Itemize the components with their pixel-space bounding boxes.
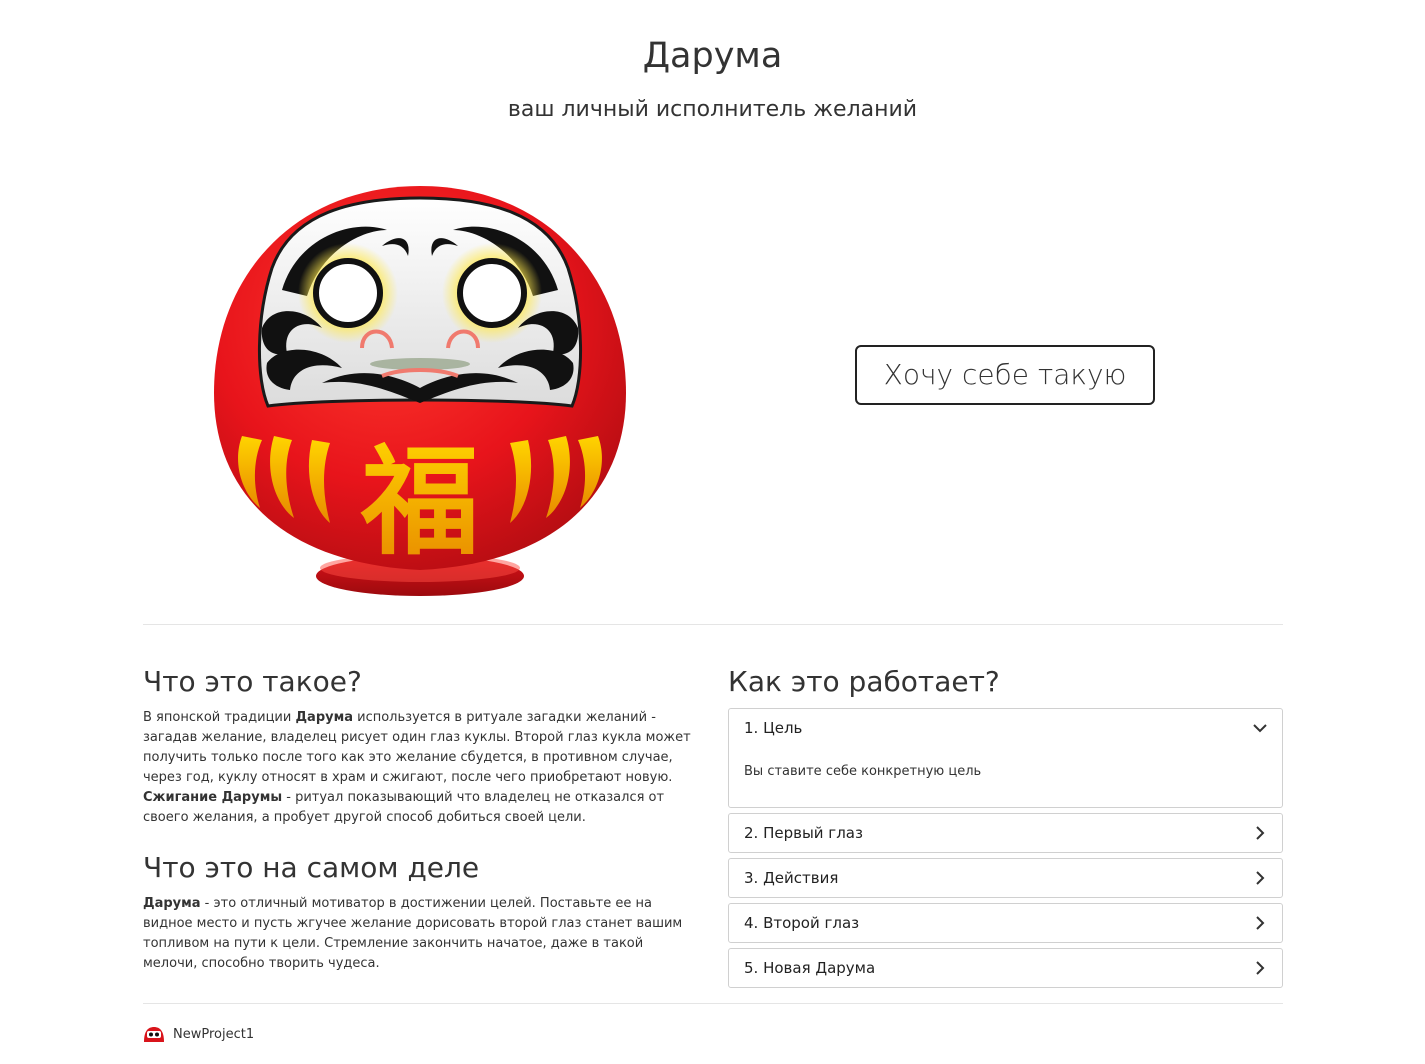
chevron-right-icon: [1256, 961, 1265, 975]
accordion-item-goal: 1. Цель Вы ставите себе конкретную цель: [728, 708, 1283, 808]
chevron-right-icon: [1256, 871, 1265, 885]
daruma-doll-image: 福: [214, 186, 626, 596]
accordion-item-new-daruma: 5. Новая Дарума: [728, 948, 1283, 988]
steps-accordion: 1. Цель Вы ставите себе конкретную цель …: [728, 708, 1283, 988]
section-divider: [143, 624, 1283, 625]
reality-heading: Что это на самом деле: [143, 851, 480, 884]
accordion-header-goal[interactable]: 1. Цель: [729, 709, 1282, 747]
page-title: Дарума: [642, 36, 783, 76]
accordion-item-second-eye: 4. Второй глаз: [728, 903, 1283, 943]
chevron-right-icon: [1256, 916, 1265, 930]
daruma-logo-icon: [144, 1027, 164, 1042]
reality-paragraph: Дарума - это отличный мотиватор в достиж…: [143, 896, 683, 971]
accordion-header-first-eye[interactable]: 2. Первый глаз: [729, 814, 1282, 852]
want-one-button[interactable]: Хочу себе такую: [855, 345, 1155, 405]
accordion-body-goal: Вы ставите себе конкретную цель: [744, 764, 982, 779]
how-column: Как это работает? 1. Цель Вы ставите себ…: [728, 660, 1283, 993]
chevron-right-icon: [1256, 826, 1265, 840]
about-heading: Что это такое?: [143, 665, 362, 698]
accordion-item-actions: 3. Действия: [728, 858, 1283, 898]
accordion-item-first-eye: 2. Первый глаз: [728, 813, 1283, 853]
accordion-header-new-daruma[interactable]: 5. Новая Дарума: [729, 949, 1282, 987]
footer-divider: [143, 1003, 1283, 1004]
kanji-fuku: 福: [360, 433, 479, 571]
accordion-header-second-eye[interactable]: 4. Второй глаз: [729, 904, 1282, 942]
accordion-header-actions[interactable]: 3. Действия: [729, 859, 1282, 897]
info-column: Что это такое? В японской традиции Дарум…: [143, 660, 699, 974]
page-subtitle: ваш личный исполнитель желаний: [507, 97, 918, 122]
footer: NewProject1: [143, 1023, 254, 1045]
about-paragraph: В японской традиции Дарума используется …: [143, 710, 691, 825]
footer-brand[interactable]: NewProject1: [173, 1027, 254, 1042]
chevron-down-icon: [1253, 724, 1267, 733]
how-heading: Как это работает?: [728, 665, 1000, 698]
